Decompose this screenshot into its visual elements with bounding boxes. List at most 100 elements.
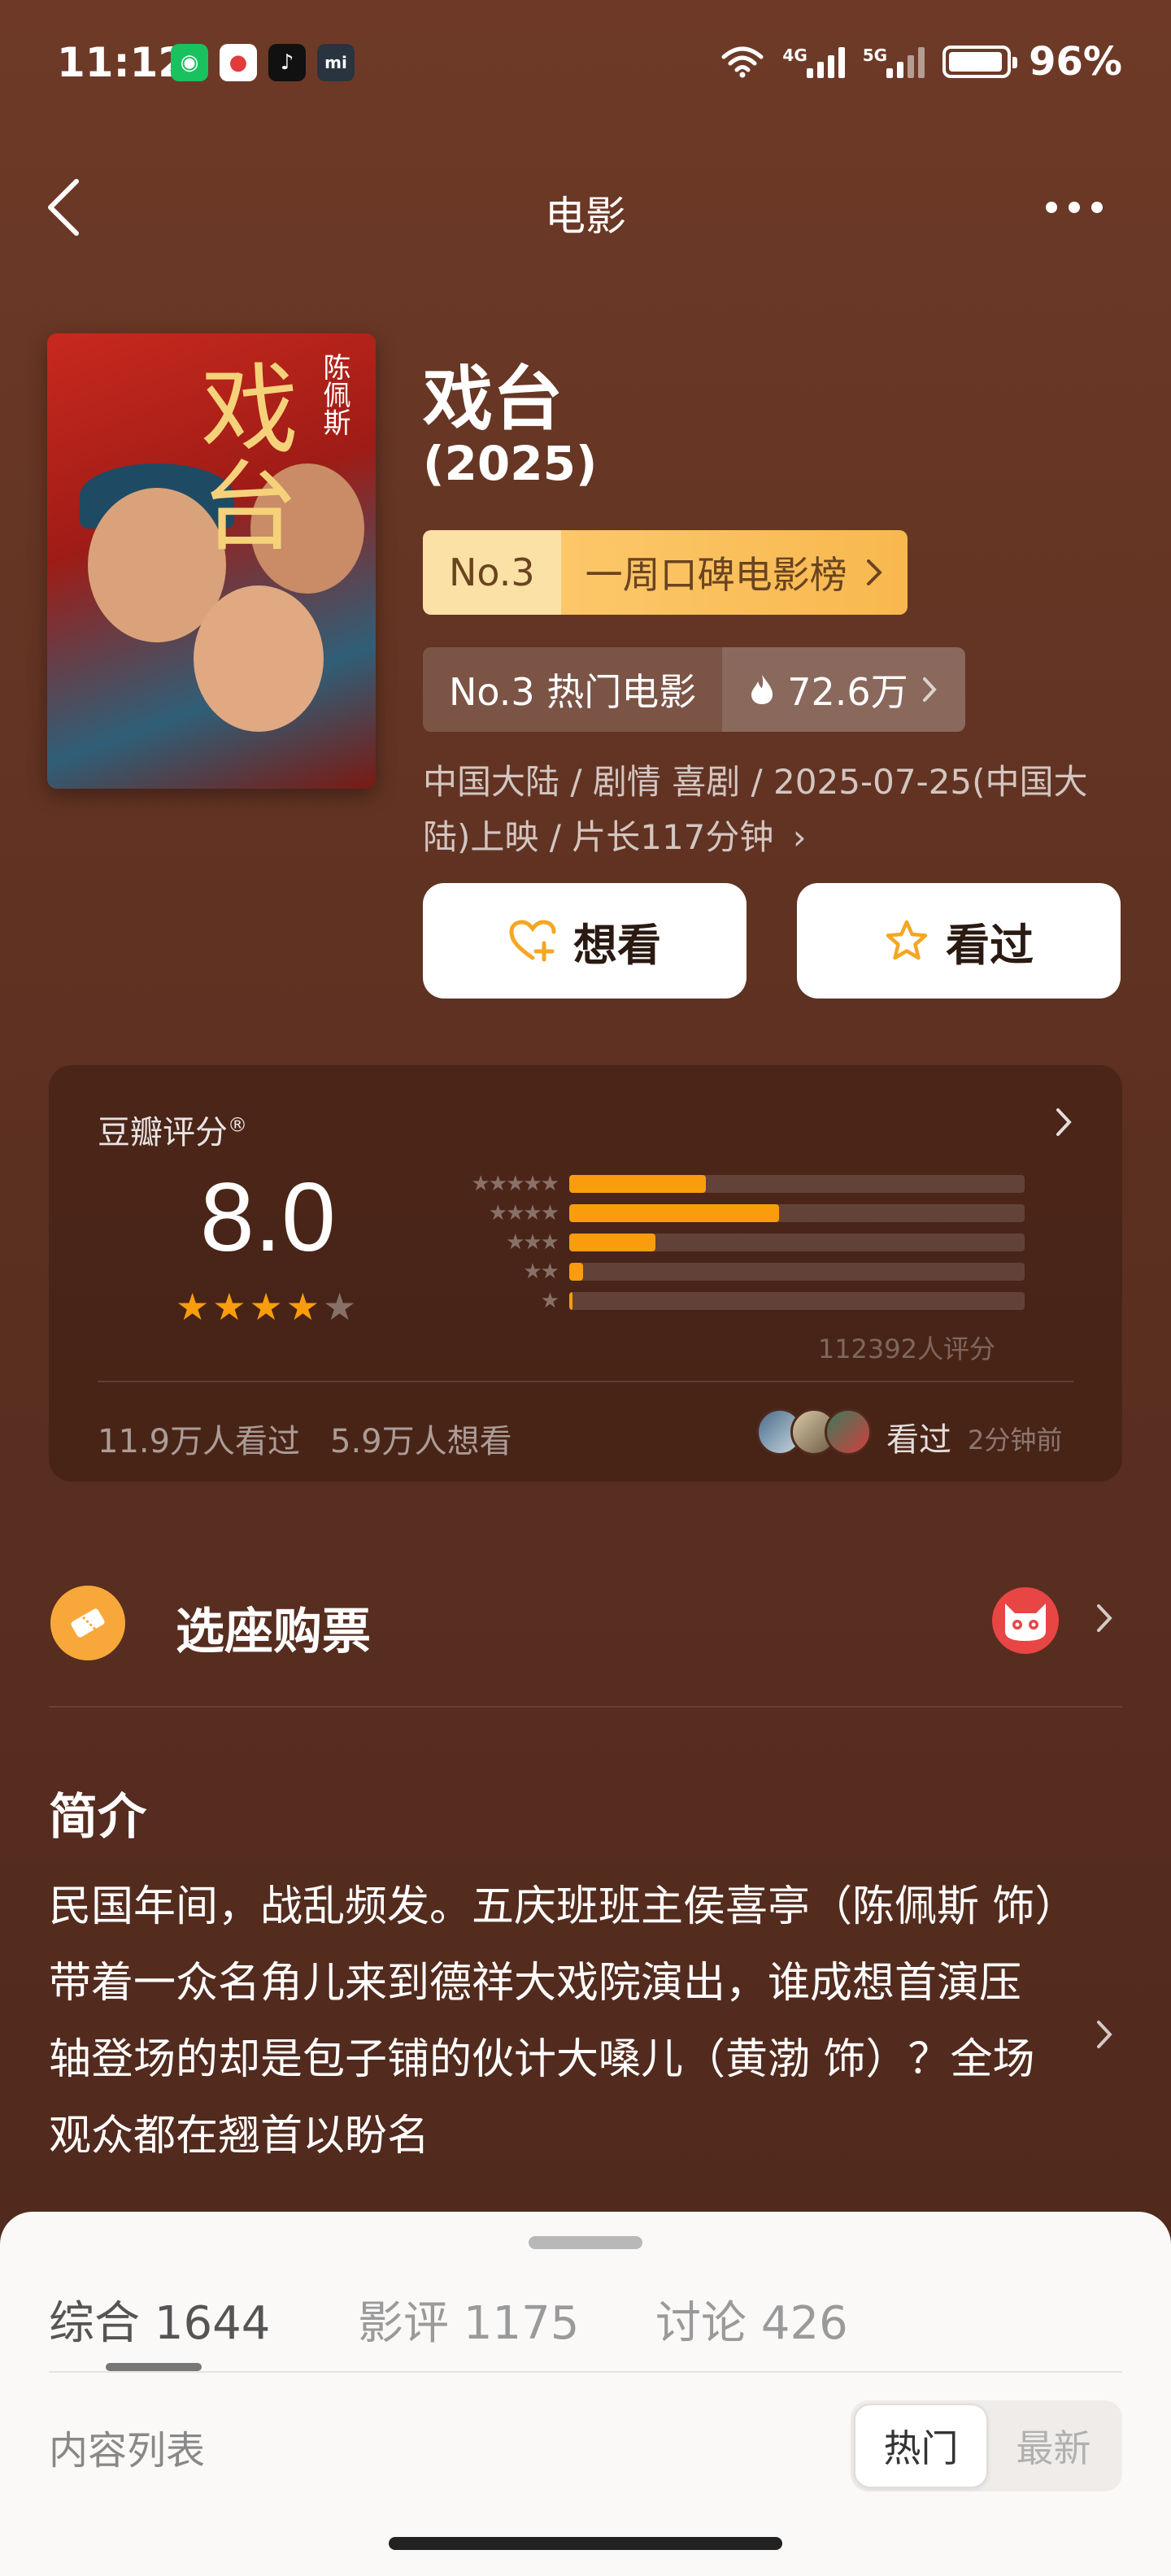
chevron-right-icon — [1056, 1108, 1072, 1136]
want-to-watch-label: 想看 — [573, 919, 661, 971]
rating-star-icon: ★ — [323, 1285, 357, 1329]
rating-distribution: ★★★★★ ★★★★ ★★★ ★★ ★ — [407, 1169, 1041, 1316]
divider — [49, 2371, 1122, 2373]
sort-toggle[interactable]: 热门 最新 — [851, 2400, 1122, 2491]
content-list-label: 内容列表 — [49, 2428, 206, 2474]
rating-card[interactable]: 豆瓣评分® 8.0 ★ ★ ★ ★ ★ ★★★★★ ★★★★ ★★★ ★★ ★ 112392人评… — [49, 1065, 1122, 1482]
popular-rank-label: No.3 热门电影 — [449, 670, 697, 714]
popular-ranking-badge[interactable]: No.3 热门电影 72.6万 — [423, 647, 965, 732]
rating-bar-track — [569, 1204, 1025, 1222]
battery-icon — [942, 46, 1018, 78]
more-dot — [1046, 202, 1057, 213]
rating-star-icon: ★ — [285, 1285, 320, 1329]
rating-bar-row: ★★ — [407, 1257, 1041, 1286]
rating-bar-fill — [569, 1292, 573, 1310]
synopsis-text[interactable]: 民国年间，战乱频发。五庆班班主侯喜亭（陈佩斯 饰）带着一众名角儿来到德祥大戏院演… — [49, 1869, 1057, 2174]
divider — [98, 1381, 1073, 1382]
tab-discussions[interactable]: 讨论 426 — [655, 2287, 848, 2352]
more-button[interactable] — [1046, 202, 1103, 213]
rating-votes: 112392人评分 — [817, 1334, 995, 1364]
chevron-right-icon: › — [792, 817, 807, 857]
friends-watched-time: 2分钟前 — [968, 1425, 1063, 1456]
status-time: 11:12 — [57, 39, 187, 86]
synopsis-arrow[interactable] — [1095, 2018, 1114, 2054]
watched-button[interactable]: 看过 — [797, 883, 1121, 999]
maoyan-cat-icon[interactable] — [992, 1587, 1059, 1654]
tab-count: 426 — [760, 2297, 848, 2350]
rating-bar-track — [569, 1234, 1025, 1251]
heart-plus-icon — [509, 920, 556, 962]
tab-reviews[interactable]: 影评 1175 — [358, 2287, 579, 2352]
mi-icon: mi — [317, 44, 355, 81]
page-title: 电影 — [545, 193, 626, 240]
rating-label: 豆瓣评分® — [98, 1106, 247, 1153]
watched-label: 看过 — [946, 919, 1034, 971]
chevron-right-icon — [1097, 2021, 1112, 2048]
movie-meta[interactable]: 中国大陆 / 剧情 喜剧 / 2025-07-25(中国大陆)上映 / 片长11… — [423, 755, 1122, 865]
movie-poster[interactable]: 戏台 陈佩斯 — [47, 333, 376, 789]
movie-title: 戏台 — [423, 359, 563, 440]
want-count: 5.9万人想看 — [330, 1423, 512, 1460]
rating-bar-stars: ★★ — [523, 1260, 559, 1284]
rating-bar-stars: ★★★★ — [488, 1201, 559, 1225]
friends-watched-label: 看过 — [886, 1421, 951, 1459]
rating-label-mark: ® — [228, 1113, 247, 1137]
rating-bar-fill — [569, 1263, 583, 1281]
ticket-icon — [50, 1586, 125, 1660]
divider — [49, 1706, 1122, 1708]
sort-latest-button[interactable]: 最新 — [988, 2404, 1119, 2488]
rating-bar-fill — [569, 1175, 706, 1193]
signal-4g-label: 4G — [782, 46, 808, 65]
status-bar: 11:12 ◉ ● ♪ mi 4G 5G 96% — [0, 0, 1171, 130]
rating-bar-fill — [569, 1234, 656, 1251]
rating-bar-stars: ★★★★★ — [471, 1172, 559, 1196]
sort-hot-button[interactable]: 热门 — [854, 2404, 988, 2488]
buy-ticket-label[interactable]: 选座购票 — [176, 1592, 371, 1663]
weekly-rank-list: 一周口碑电影榜 — [560, 530, 908, 615]
avatar — [825, 1408, 872, 1456]
rating-detail-arrow[interactable] — [1054, 1106, 1073, 1142]
want-to-watch-button[interactable]: 想看 — [423, 883, 747, 999]
rating-bar-track — [569, 1292, 1025, 1310]
tab-overall[interactable]: 综合 1644 — [49, 2287, 270, 2352]
rating-stars: ★ ★ ★ ★ ★ — [176, 1285, 356, 1329]
rating-bar-stars: ★ — [540, 1289, 559, 1313]
weekly-rank-label: 一周口碑电影榜 — [585, 553, 847, 597]
poster-figure — [194, 585, 324, 732]
signal-5g-label: 5G — [862, 46, 888, 65]
comments-sheet[interactable]: 综合 1644 影评 1175 讨论 426 内容列表 热门 最新 — [0, 2212, 1171, 2576]
rating-score: 8.0 — [200, 1163, 336, 1272]
rating-star-icon: ★ — [212, 1285, 246, 1329]
heat-value: 72.6万 — [722, 647, 965, 732]
tiktok-icon: ♪ — [268, 44, 306, 81]
app-red-icon: ● — [220, 44, 257, 81]
chevron-right-icon — [922, 677, 937, 702]
battery-percent: 96% — [1029, 39, 1122, 85]
ticket-arrow[interactable] — [1095, 1602, 1114, 1638]
flame-icon — [751, 675, 773, 704]
rating-bar-row: ★★★★ — [407, 1199, 1041, 1228]
sheet-drag-handle[interactable] — [529, 2236, 642, 2249]
rating-bar-track — [569, 1175, 1025, 1193]
tab-label: 讨论 — [655, 2297, 747, 2350]
rating-star-icon: ★ — [176, 1285, 210, 1329]
tab-label: 影评 — [358, 2297, 449, 2350]
tab-count: 1175 — [463, 2297, 580, 2350]
weekly-rank-number: No.3 — [423, 530, 561, 615]
movie-year: (2025) — [423, 436, 598, 491]
chevron-right-icon — [866, 559, 882, 585]
wechat-icon: ◉ — [171, 44, 208, 81]
rating-bar-fill — [569, 1204, 779, 1222]
rating-bar-row: ★★★ — [407, 1228, 1041, 1257]
star-icon — [886, 920, 928, 960]
poster-title: 戏台 — [184, 358, 297, 553]
heat-number: 72.6万 — [787, 670, 908, 714]
weekly-ranking-badge[interactable]: No.3 一周口碑电影榜 — [423, 530, 908, 615]
friend-avatars[interactable] — [756, 1408, 872, 1456]
home-indicator[interactable] — [389, 2537, 782, 2550]
rating-bar-row: ★★★★★ — [407, 1169, 1041, 1199]
tab-count: 1644 — [154, 2297, 271, 2350]
rating-bar-stars: ★★★ — [506, 1230, 559, 1255]
rating-bar-track — [569, 1263, 1025, 1281]
more-dot — [1091, 202, 1103, 213]
